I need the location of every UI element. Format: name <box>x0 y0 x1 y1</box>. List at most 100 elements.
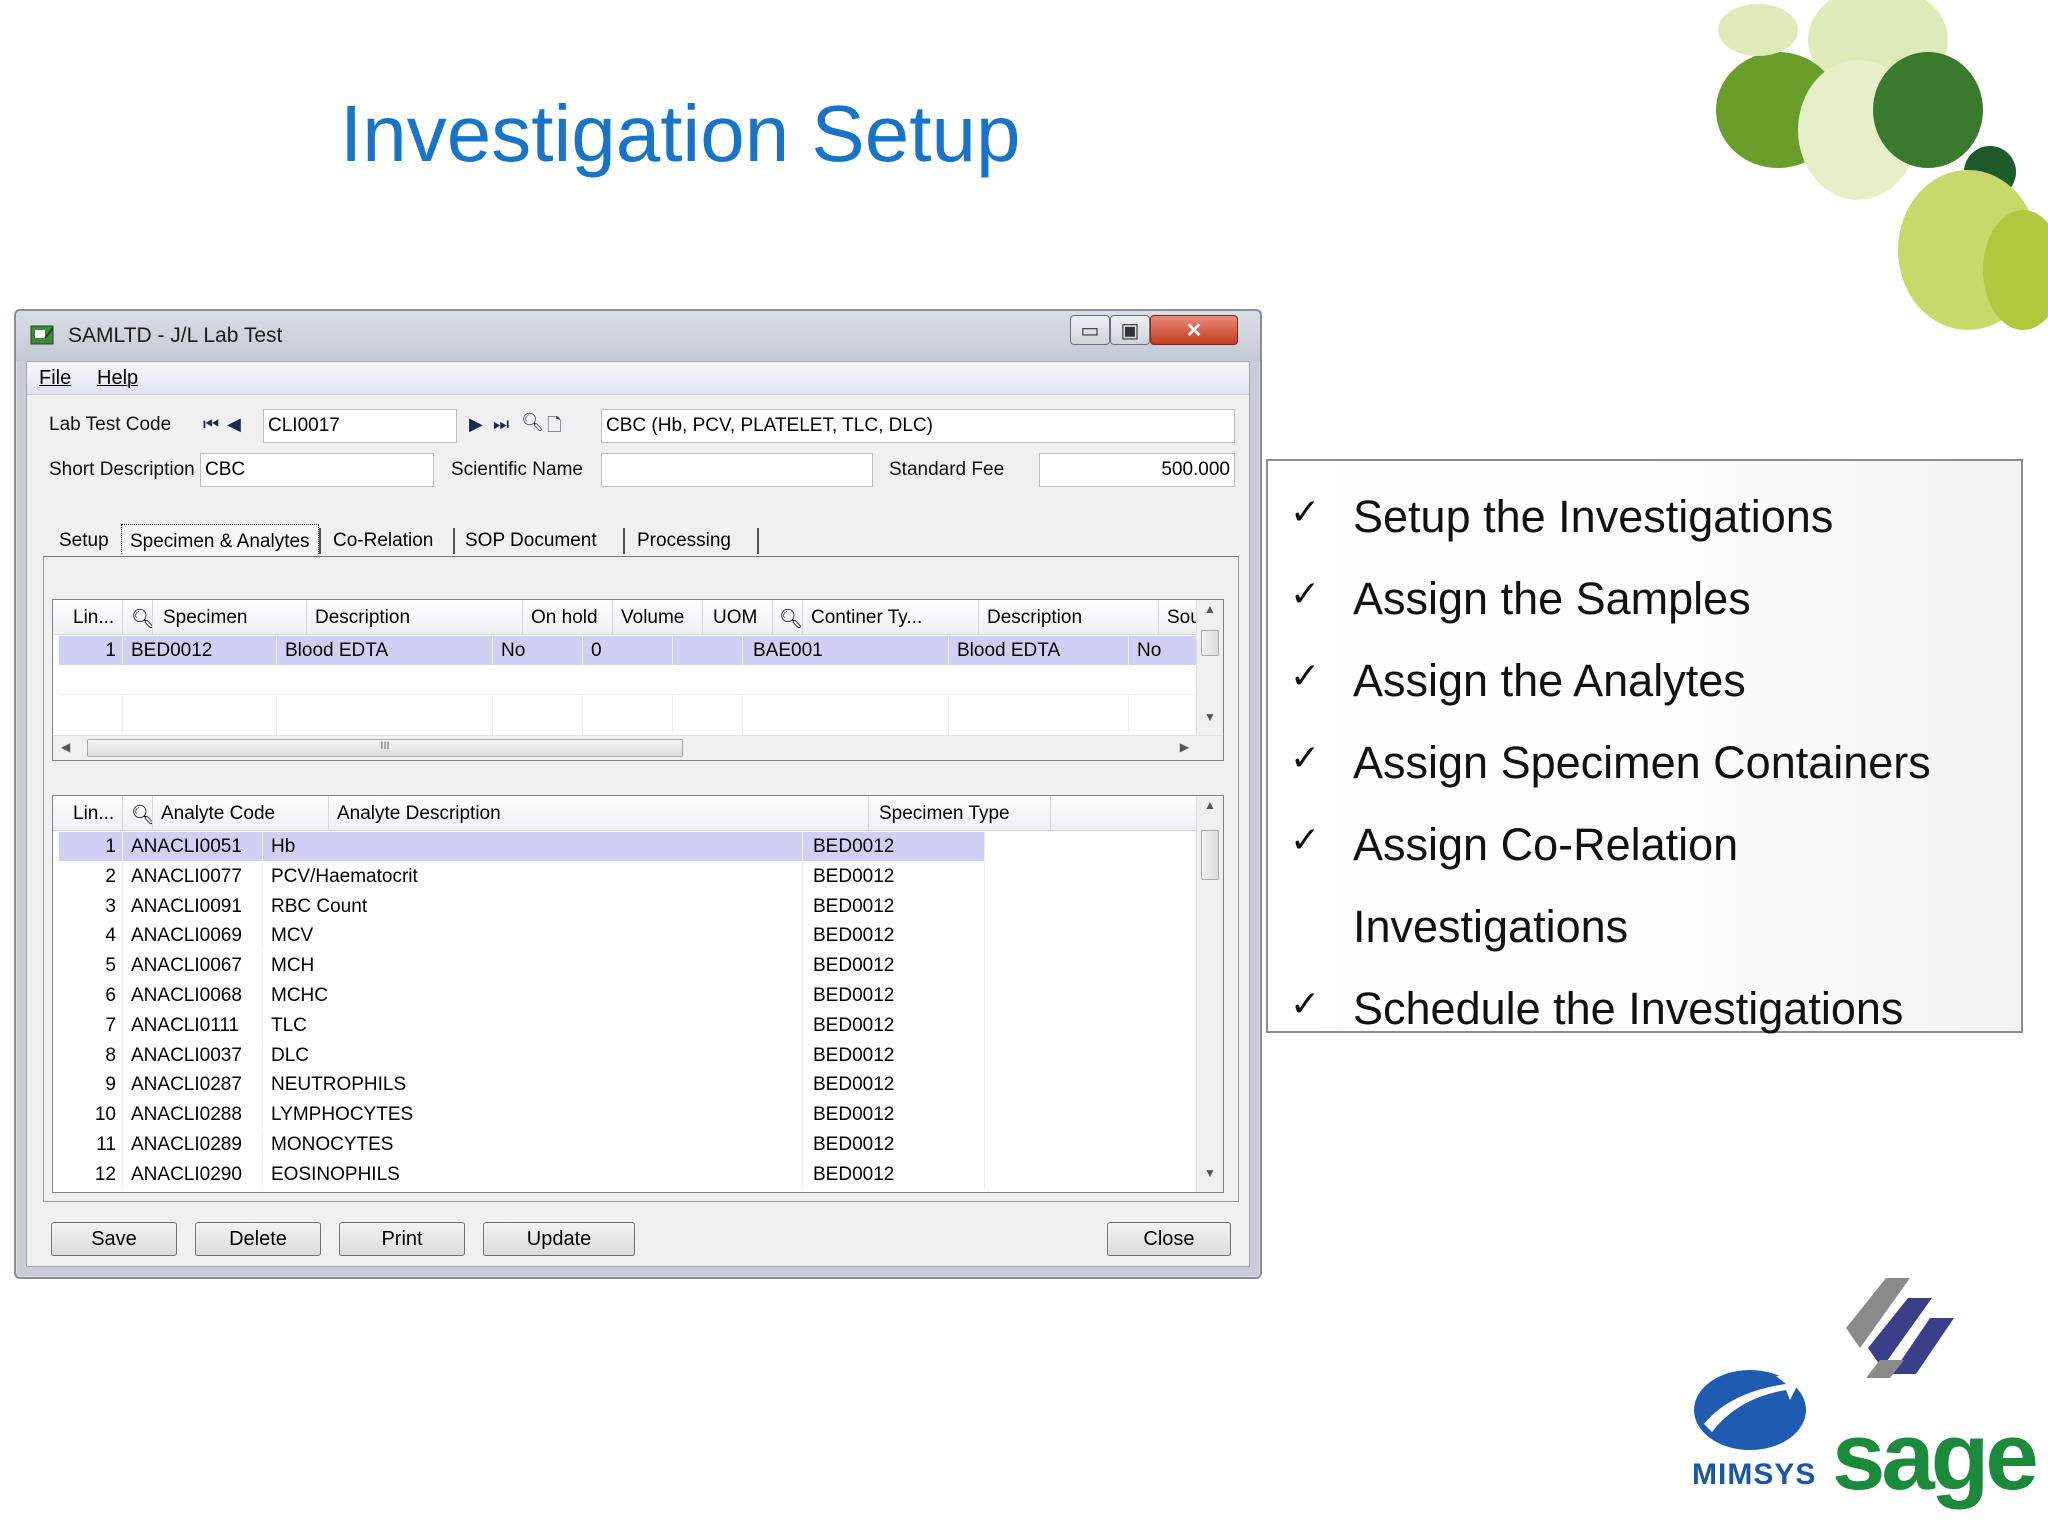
table-row[interactable]: 2 ANACLI0077 PCV/Haematocrit BED0012 <box>59 861 1195 891</box>
cell-analyte-code[interactable]: ANACLI0288 <box>123 1100 263 1130</box>
tab-co-relation[interactable]: Co-Relation <box>325 524 441 554</box>
scroll-up-icon[interactable]: ▲ <box>1197 602 1223 626</box>
cell-analyte-code[interactable]: ANACLI0069 <box>123 921 263 951</box>
first-record-icon[interactable]: ⏮ <box>203 414 219 435</box>
table-row[interactable]: 1 BED0012 Blood EDTA No 0 BAE001 Blood E… <box>59 636 1205 665</box>
col-container-description[interactable]: Description <box>979 600 1159 634</box>
short-description-field[interactable]: CBC <box>200 453 434 487</box>
new-document-icon[interactable]: 🗋 <box>547 413 561 443</box>
search-icon[interactable]: 🔍︎ <box>521 412 544 433</box>
cell-specimen-type[interactable]: BED0012 <box>803 832 985 861</box>
cell-analyte-code[interactable]: ANACLI0289 <box>123 1130 263 1159</box>
col-line[interactable]: Lin... <box>53 796 123 830</box>
table-row[interactable]: 8 ANACLI0037 DLC BED0012 <box>59 1040 1195 1070</box>
table-row[interactable]: 3 ANACLI0091 RBC Count BED0012 <box>59 891 1195 921</box>
cell-analyte-code[interactable]: ANACLI0077 <box>123 861 263 891</box>
col-line[interactable]: Lin... <box>53 600 123 634</box>
cell-specimen-type[interactable]: BED0012 <box>803 1040 985 1070</box>
cell-specimen[interactable]: BED0012 <box>123 636 277 665</box>
search-icon[interactable]: 🔍︎ <box>773 600 803 634</box>
tab-processing[interactable]: Processing <box>629 524 739 554</box>
tab-sop-document[interactable]: SOP Document <box>457 524 605 554</box>
cell-analyte-description: PCV/Haematocrit <box>263 861 803 891</box>
cell-specimen-type[interactable]: BED0012 <box>803 861 985 891</box>
tab-setup[interactable]: Setup <box>51 524 117 554</box>
table-row[interactable]: 5 ANACLI0067 MCH BED0012 <box>59 951 1195 981</box>
cell-analyte-code[interactable]: ANACLI0067 <box>123 951 263 981</box>
scroll-thumb[interactable] <box>1201 630 1219 656</box>
menu-file[interactable]: File <box>39 367 71 390</box>
cell-specimen-type[interactable]: BED0012 <box>803 1010 985 1040</box>
save-button[interactable]: Save <box>51 1222 177 1256</box>
scroll-down-icon[interactable]: ▼ <box>1197 1166 1223 1190</box>
close-button[interactable]: Close <box>1107 1222 1231 1256</box>
scroll-left-icon[interactable]: ◀ <box>61 740 70 754</box>
table-row[interactable]: 10 ANACLI0288 LYMPHOCYTES BED0012 <box>59 1100 1195 1130</box>
cell-specimen-type[interactable]: BED0012 <box>803 891 985 921</box>
cell-on-hold[interactable]: No <box>493 636 583 665</box>
next-record-icon[interactable]: ▶ <box>469 414 483 435</box>
col-uom[interactable]: UOM <box>703 600 773 634</box>
cell-analyte-code[interactable]: ANACLI0287 <box>123 1070 263 1100</box>
scroll-thumb[interactable]: III <box>87 739 683 757</box>
col-analyte-description[interactable]: Analyte Description <box>329 796 869 830</box>
scroll-right-icon[interactable]: ▶ <box>1180 740 1189 754</box>
cell-specimen-type[interactable]: BED0012 <box>803 981 985 1010</box>
specimen-vscrollbar[interactable]: ▲ ▼ <box>1196 600 1223 736</box>
lab-test-code-field[interactable]: CLI0017 <box>263 409 457 443</box>
last-record-icon[interactable]: ⏭ <box>493 414 509 435</box>
print-button[interactable]: Print <box>339 1222 465 1256</box>
table-row[interactable]: 4 ANACLI0069 MCV BED0012 <box>59 921 1195 951</box>
cell-specimen-type[interactable]: BED0012 <box>803 1130 985 1159</box>
search-icon[interactable]: 🔍︎ <box>123 796 153 830</box>
update-button[interactable]: Update <box>483 1222 635 1256</box>
col-description[interactable]: Description <box>307 600 523 634</box>
search-icon[interactable]: 🔍︎ <box>123 600 153 634</box>
previous-record-icon[interactable]: ◀ <box>227 414 241 435</box>
col-volume[interactable]: Volume <box>613 600 703 634</box>
cell-specimen-type[interactable]: BED0012 <box>803 1100 985 1130</box>
scroll-down-icon[interactable]: ▼ <box>1197 710 1223 734</box>
cell-volume[interactable]: 0 <box>583 636 673 665</box>
table-row[interactable]: 7 ANACLI0111 TLC BED0012 <box>59 1010 1195 1040</box>
cell-analyte-code[interactable]: ANACLI0051 <box>123 832 263 861</box>
table-row[interactable]: 11 ANACLI0289 MONOCYTES BED0012 <box>59 1130 1195 1159</box>
cell-container-type[interactable]: BAE001 <box>743 636 949 665</box>
scientific-name-field[interactable] <box>601 453 873 487</box>
col-specimen[interactable]: Specimen <box>153 600 307 634</box>
window-titlebar[interactable]: SAMLTD - J/L Lab Test ▭ ▣ ✕ <box>16 311 1260 361</box>
cell-specimen-type[interactable]: BED0012 <box>803 951 985 981</box>
col-container-type[interactable]: Continer Ty... <box>803 600 979 634</box>
col-specimen-type[interactable]: Specimen Type <box>869 796 1051 830</box>
col-source[interactable]: Source <box>1159 600 1199 634</box>
table-row[interactable]: 9 ANACLI0287 NEUTROPHILS BED0012 <box>59 1070 1195 1100</box>
table-row[interactable]: 6 ANACLI0068 MCHC BED0012 <box>59 981 1195 1010</box>
cell-specimen-type[interactable]: BED0012 <box>803 921 985 951</box>
col-analyte-code[interactable]: Analyte Code <box>153 796 329 830</box>
tab-specimen-analytes[interactable]: Specimen & Analytes <box>121 524 319 554</box>
table-row[interactable]: 1 ANACLI0051 Hb BED0012 <box>59 832 1195 861</box>
cell-analyte-code[interactable]: ANACLI0111 <box>123 1010 263 1040</box>
scroll-up-icon[interactable]: ▲ <box>1197 798 1223 822</box>
cell-uom[interactable] <box>673 636 743 665</box>
minimize-button[interactable]: ▭ <box>1070 315 1110 345</box>
close-window-button[interactable]: ✕ <box>1150 315 1238 345</box>
table-row[interactable]: 12 ANACLI0290 EOSINOPHILS BED0012 <box>59 1159 1195 1189</box>
cell-analyte-code[interactable]: ANACLI0068 <box>123 981 263 1010</box>
delete-button[interactable]: Delete <box>195 1222 321 1256</box>
cell-analyte-description: MONOCYTES <box>263 1130 803 1159</box>
specimen-hscrollbar[interactable]: ◀ III ▶ <box>53 735 1223 760</box>
cell-analyte-code[interactable]: ANACLI0091 <box>123 891 263 921</box>
scroll-thumb[interactable] <box>1201 830 1219 880</box>
cell-specimen-type[interactable]: BED0012 <box>803 1159 985 1189</box>
standard-fee-field[interactable]: 500.000 <box>1039 453 1235 487</box>
cell-source[interactable]: No <box>1129 636 1205 665</box>
menu-help[interactable]: Help <box>97 367 138 390</box>
cell-analyte-code[interactable]: ANACLI0037 <box>123 1040 263 1070</box>
col-on-hold[interactable]: On hold <box>523 600 613 634</box>
analyte-vscrollbar[interactable]: ▲ ▼ <box>1196 796 1223 1192</box>
cell-specimen-type[interactable]: BED0012 <box>803 1070 985 1100</box>
maximize-button[interactable]: ▣ <box>1110 315 1150 345</box>
cell-analyte-code[interactable]: ANACLI0290 <box>123 1159 263 1189</box>
long-description-field[interactable]: CBC (Hb, PCV, PLATELET, TLC, DLC) <box>601 409 1235 443</box>
